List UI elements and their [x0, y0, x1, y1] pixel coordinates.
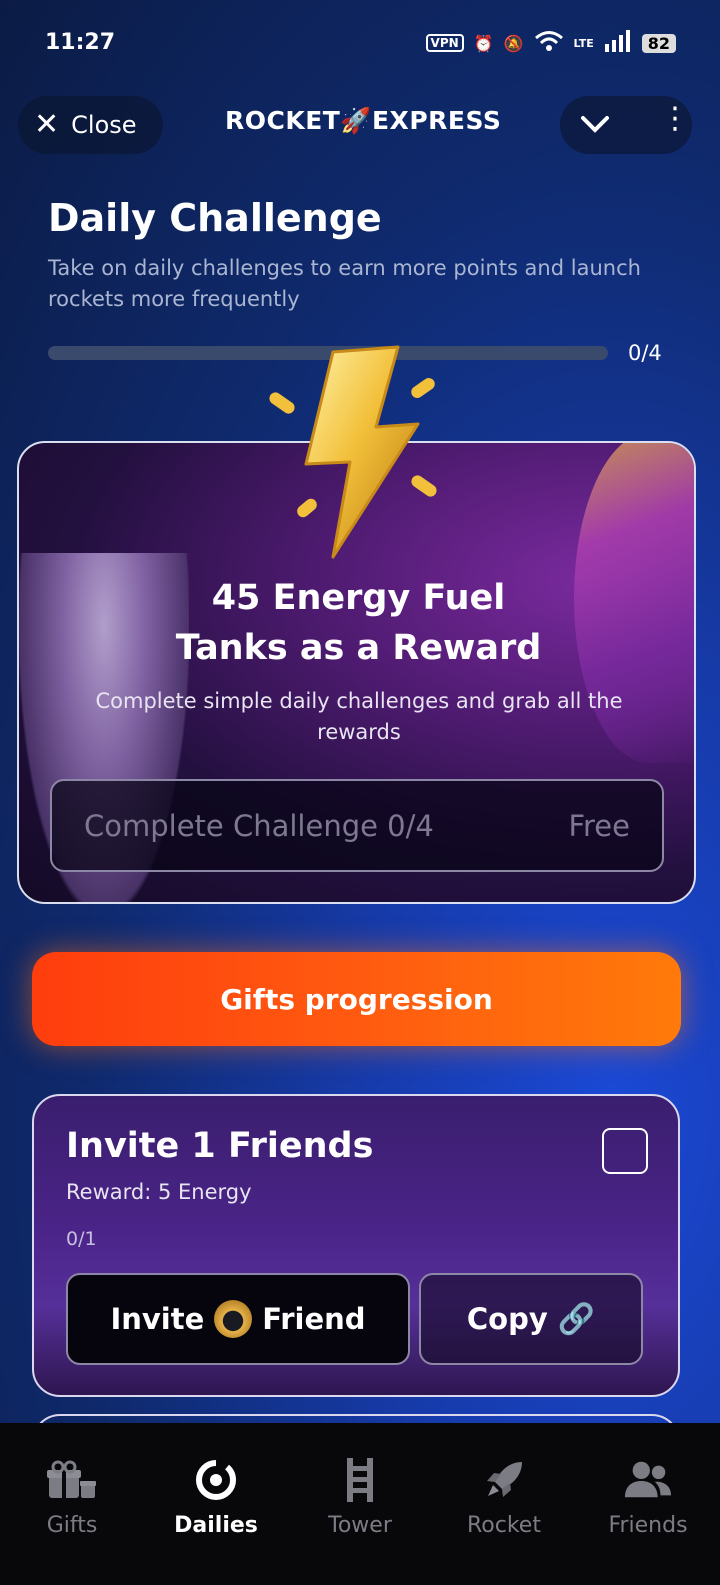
- status-time: 11:27: [45, 30, 116, 55]
- page-title: Daily Challenge: [48, 196, 382, 240]
- complete-challenge-price: Free: [568, 808, 630, 843]
- status-icons: VPN ⏰ 🔕 LTE 82: [425, 30, 676, 56]
- network-type: LTE: [573, 36, 594, 50]
- signal-icon: [604, 30, 632, 56]
- invite-friends-card: Invite 1 Friends Reward: 5 Energy 0/1 In…: [32, 1094, 680, 1397]
- nav-item-friends[interactable]: Friends: [576, 1423, 720, 1585]
- challenge-card-subtitle: Complete simple daily challenges and gra…: [95, 689, 623, 744]
- nav-label-dailies: Dailies: [174, 1513, 258, 1538]
- vpn-icon: VPN: [425, 34, 464, 52]
- nav-item-tower[interactable]: Tower: [288, 1423, 432, 1585]
- challenge-title-line1: 45 Energy Fuel: [211, 578, 506, 618]
- battery-icon: 82: [641, 33, 676, 53]
- brand-logo: ROCKET🚀EXPRESS: [225, 106, 502, 135]
- chevron-down-icon[interactable]: [580, 108, 610, 141]
- nav-label-gifts: Gifts: [46, 1513, 98, 1538]
- invite-label-b: Friend: [262, 1302, 366, 1336]
- complete-challenge-label: Complete Challenge 0/4: [84, 808, 434, 843]
- link-icon: 🔗: [557, 1301, 596, 1337]
- nav-label-rocket: Rocket: [467, 1513, 541, 1538]
- bottom-nav: Gifts Dailies Tower Rocket Friends: [0, 1423, 720, 1585]
- gift-icon: [47, 1457, 97, 1503]
- close-icon: ✕: [34, 107, 60, 142]
- invite-card-reward: Reward: 5 Energy: [66, 1180, 252, 1204]
- nav-label-tower: Tower: [328, 1513, 392, 1538]
- mute-icon: 🔕: [503, 33, 524, 53]
- nav-item-dailies[interactable]: Dailies: [144, 1423, 288, 1585]
- invite-card-title: Invite 1 Friends: [66, 1126, 374, 1166]
- wifi-icon: [534, 30, 564, 56]
- page-subtitle: Take on daily challenges to earn more po…: [48, 256, 641, 311]
- alarm-icon: ⏰: [473, 33, 494, 53]
- astronaut-helmet-icon: [214, 1300, 253, 1338]
- copy-label: Copy: [466, 1302, 548, 1336]
- nav-label-friends: Friends: [608, 1513, 688, 1538]
- invite-friend-button[interactable]: Invite Friend: [66, 1273, 410, 1365]
- gifts-progression-button[interactable]: Gifts progression: [32, 952, 681, 1046]
- invite-task-checkbox[interactable]: [602, 1128, 648, 1174]
- nav-item-gifts[interactable]: Gifts: [0, 1423, 144, 1585]
- target-icon: [191, 1457, 241, 1503]
- challenge-card-title: 45 Energy Fuel Tanks as a Reward: [19, 573, 694, 673]
- invite-card-count: 0/1: [66, 1228, 97, 1250]
- close-label: Close: [71, 111, 137, 139]
- lightning-bolt-icon: [269, 345, 437, 559]
- rocket-icon: [479, 1457, 529, 1503]
- more-options-icon[interactable]: ⋮: [660, 104, 690, 134]
- invite-label-a: Invite: [110, 1302, 205, 1336]
- ladder-icon: [335, 1457, 385, 1503]
- people-icon: [623, 1457, 673, 1503]
- close-button[interactable]: ✕ Close: [18, 96, 163, 154]
- challenge-progress-label: 0/4: [628, 341, 662, 365]
- nav-item-rocket[interactable]: Rocket: [432, 1423, 576, 1585]
- complete-challenge-button[interactable]: Complete Challenge 0/4 Free: [50, 779, 664, 872]
- challenge-title-line2: Tanks as a Reward: [175, 628, 542, 668]
- copy-link-button[interactable]: Copy 🔗: [419, 1273, 643, 1365]
